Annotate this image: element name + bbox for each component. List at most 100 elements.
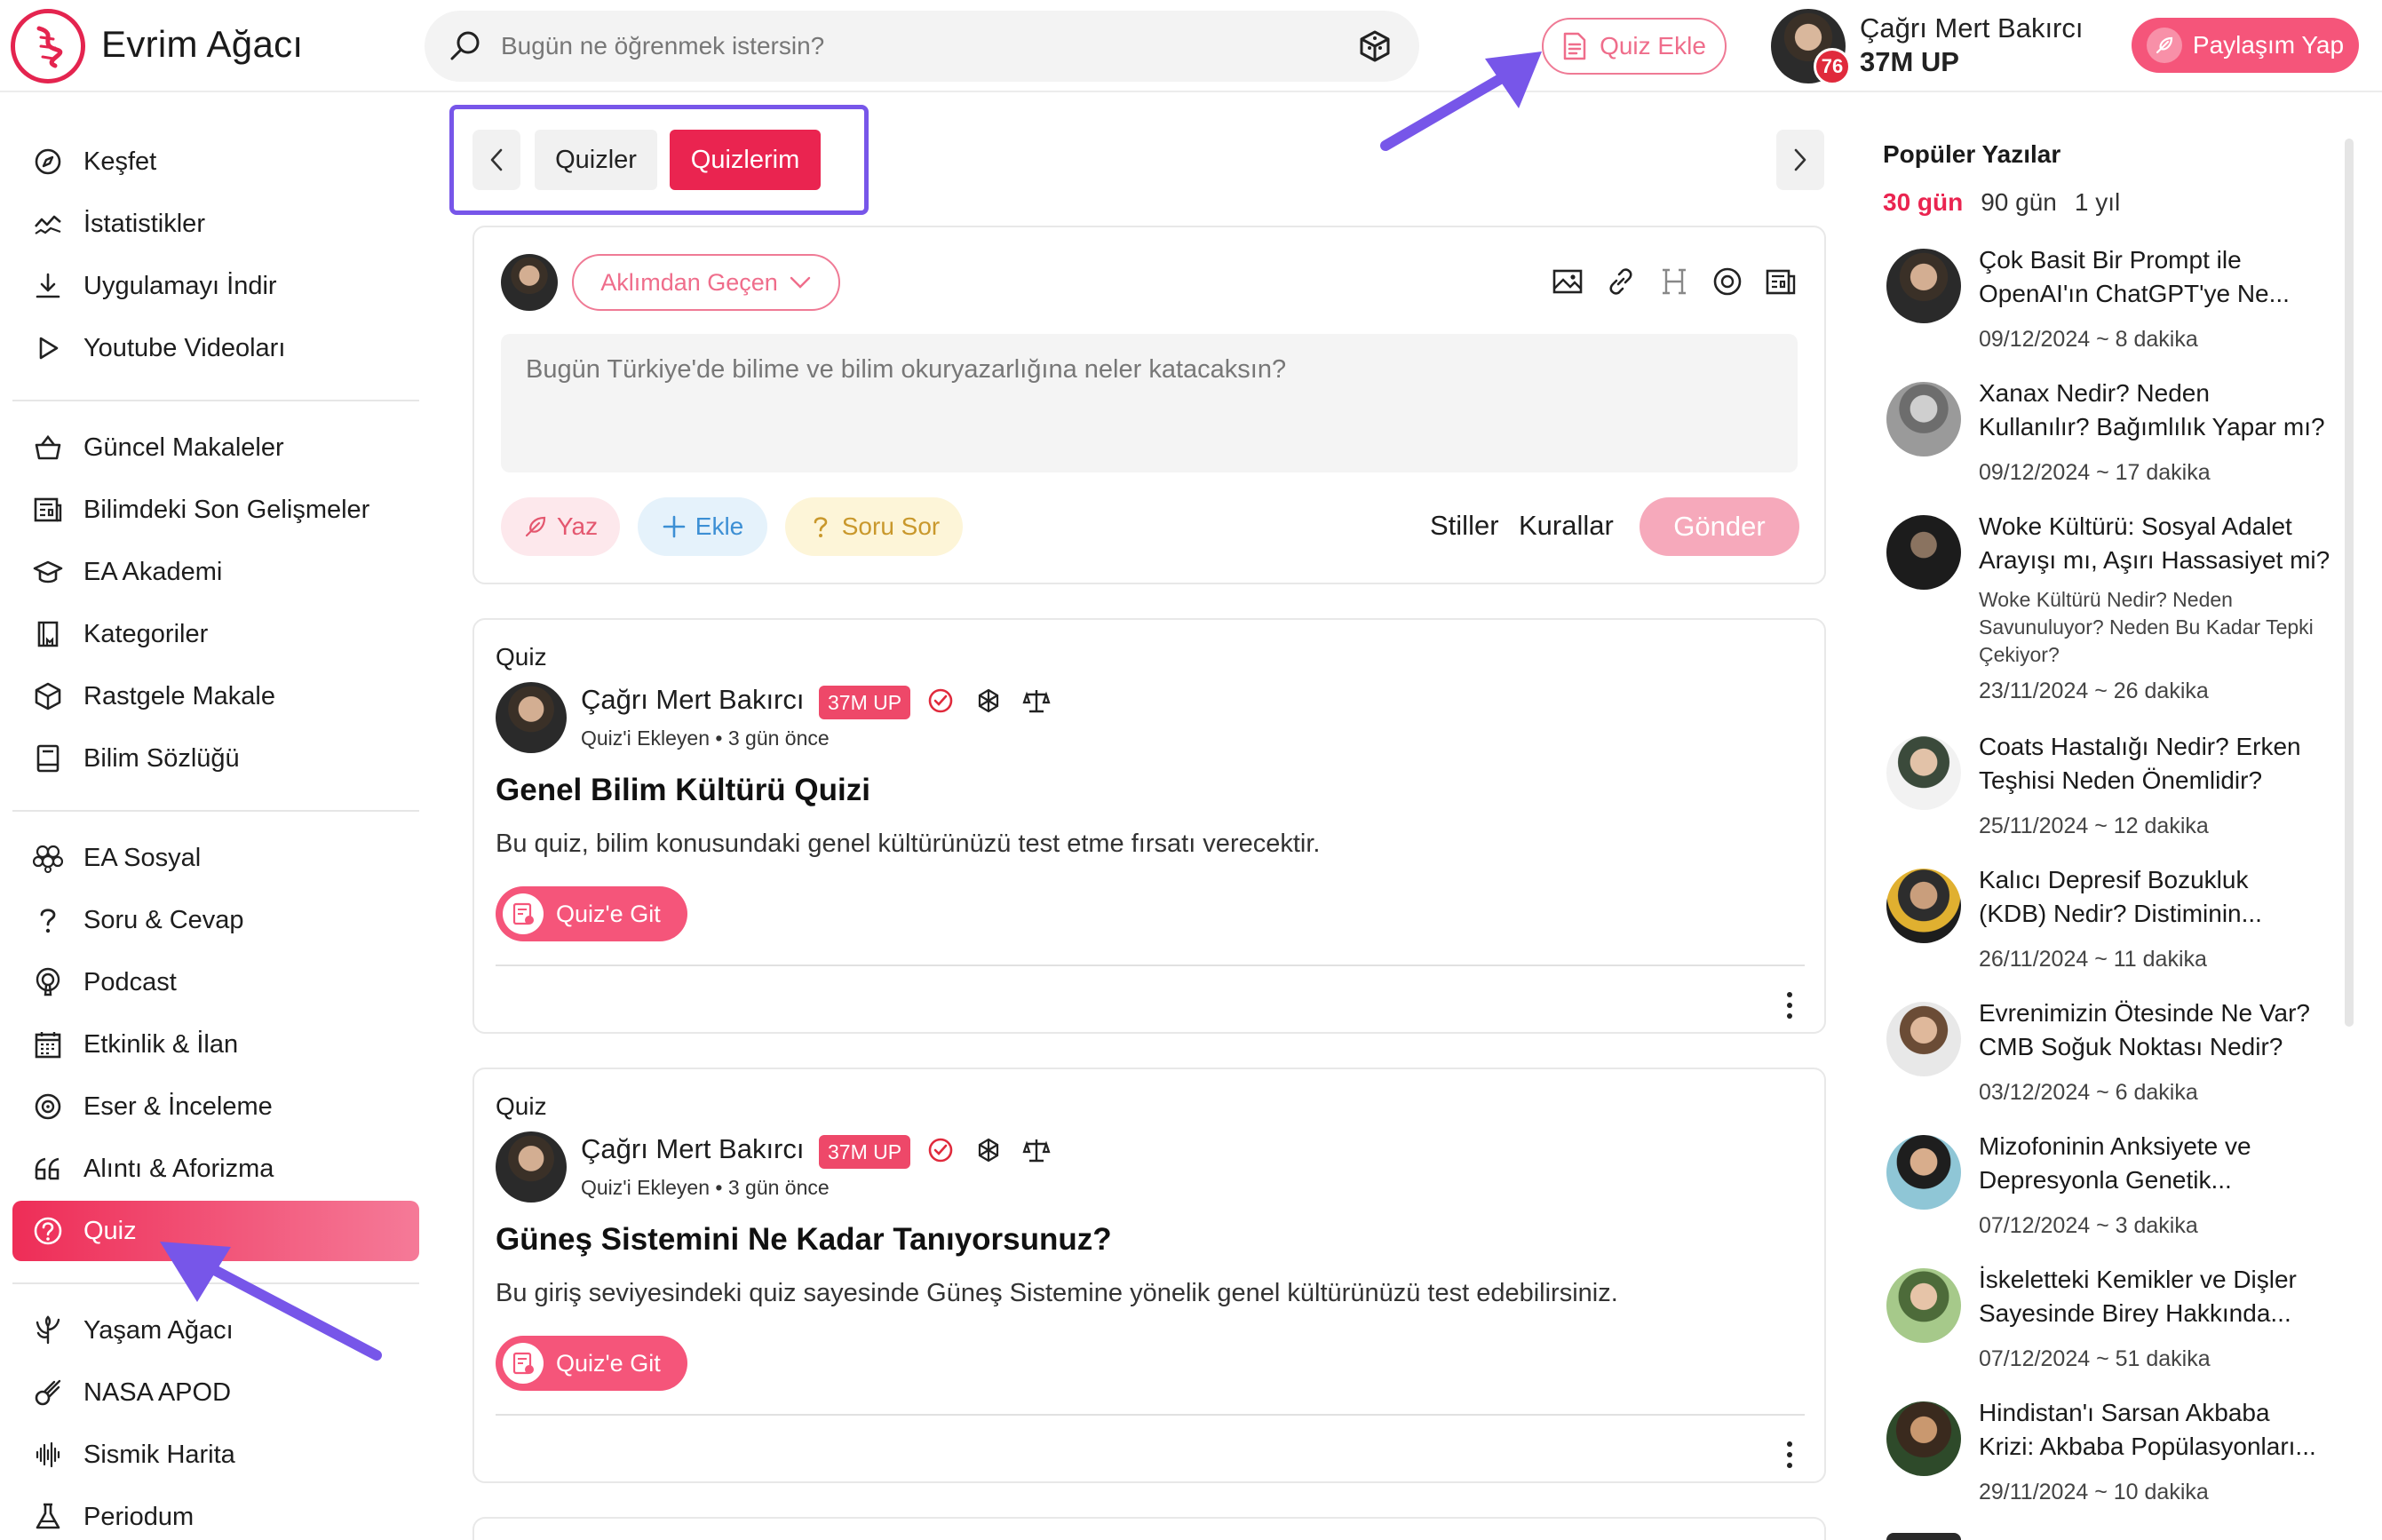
- sidebar-item-rastgele[interactable]: Rastgele Makale: [12, 666, 419, 726]
- sidebar-item-ea-akademi[interactable]: EA Akademi: [12, 542, 419, 602]
- random-cube-icon[interactable]: [1357, 28, 1393, 64]
- avatar: [1886, 735, 1961, 810]
- sidebar-item-youtube[interactable]: Youtube Videoları: [12, 318, 419, 378]
- styles-link[interactable]: Stiller: [1430, 510, 1499, 542]
- tabs-next-button[interactable]: [1776, 130, 1824, 190]
- logo-text[interactable]: Evrim Ağacı: [101, 23, 303, 66]
- sidebar-item-label: Alıntı & Aforizma: [83, 1154, 274, 1183]
- sidebar-item-kesfet[interactable]: Keşfet: [12, 131, 419, 192]
- sidebar-item-kategoriler[interactable]: Kategoriler: [12, 604, 419, 664]
- right-scrollbar[interactable]: [2345, 139, 2354, 1027]
- quiz-title[interactable]: Genel Bilim Kültürü Quizi: [496, 773, 870, 808]
- sidebar-item-sismik[interactable]: Sismik Harita: [12, 1425, 419, 1485]
- more-options-icon[interactable]: [1776, 989, 1803, 1021]
- post-meta: 03/12/2024 ~ 6 dakika: [1979, 1080, 2198, 1105]
- author-name[interactable]: Çağrı Mert Bakırcı: [581, 684, 805, 716]
- category-label: Aklımdan Geçen: [600, 268, 778, 296]
- sidebar-item-son-gelismeler[interactable]: Bilimdeki Son Gelişmeler: [12, 480, 419, 540]
- download-icon: [30, 268, 66, 304]
- ask-question-button[interactable]: Soru Sor: [785, 497, 963, 556]
- popular-post[interactable]: Xanax Nedir? Neden Kullanılır? Bağımlılık…: [1883, 379, 2345, 497]
- post-title: Çok Basit Bir Prompt ile OpenAI'ın ChatGP…: [1979, 243, 2334, 311]
- sidebar-item-label: İstatistikler: [83, 209, 205, 238]
- category-dropdown[interactable]: Aklımdan Geçen: [572, 254, 840, 311]
- post-title-line: Teşhisi Neden Önemlidir?: [1979, 766, 2263, 794]
- tab-quizlerim[interactable]: Quizlerim: [670, 130, 821, 190]
- quiz-title[interactable]: Güneş Sistemini Ne Kadar Tanıyorsunuz?: [496, 1222, 1112, 1258]
- share-button[interactable]: Paylaşım Yap: [2132, 18, 2359, 73]
- post-title-line: İskeletteki Kemikler ve Dişler: [1979, 1266, 2297, 1293]
- post-subtitle-line: Woke Kültürü Nedir? Neden: [1979, 588, 2233, 611]
- sidebar-item-alinti[interactable]: Alıntı & Aforizma: [12, 1139, 419, 1199]
- avatar: [1886, 1401, 1961, 1476]
- popular-post[interactable]: Woke Kültürü: Sosyal Adalet Arayışı mı, A…: [1883, 512, 2345, 719]
- question-icon: [814, 517, 828, 537]
- openai-icon: [973, 686, 1004, 716]
- card-divider: [496, 1414, 1805, 1416]
- post-title: Xanax Nedir? Neden Kullanılır? Bağımlılık…: [1979, 377, 2334, 444]
- sidebar-item-nasa-apod[interactable]: NASA APOD: [12, 1362, 419, 1423]
- period-tab-1y[interactable]: 1 yıl: [2075, 188, 2120, 217]
- post-meta: 23/11/2024 ~ 26 dakika: [1979, 679, 2209, 703]
- sidebar: Keşfet İstatistikler Uygulamayı İndir Yo…: [0, 94, 426, 1540]
- sidebar-item-yasam-agaci[interactable]: Yaşam Ağacı: [12, 1300, 419, 1361]
- avatar: [1886, 1135, 1961, 1210]
- sidebar-item-quiz[interactable]: Quiz: [12, 1201, 419, 1261]
- search-input[interactable]: [501, 32, 1300, 60]
- popular-post[interactable]: İskeletteki Kemikler ve Dişler Sayesinde …: [1883, 1266, 2345, 1384]
- period-tab-30[interactable]: 30 gün: [1883, 188, 1963, 217]
- author-badges: [925, 1135, 1052, 1165]
- post-textarea[interactable]: Bugün Türkiye'de bilime ve bilim okuryaz…: [501, 334, 1798, 472]
- question-icon: [30, 902, 66, 938]
- popular-post[interactable]: Evrenimizin Ötesinde Ne Var? CMB Soğuk No…: [1883, 999, 2345, 1117]
- add-button[interactable]: Ekle: [638, 497, 767, 556]
- up-badge: 37M UP: [819, 686, 911, 719]
- rules-link[interactable]: Kurallar: [1519, 510, 1614, 542]
- go-to-quiz-button[interactable]: Quiz'e Git: [496, 1336, 687, 1391]
- post-title-line: Hindistan'ı Sarsan Akbaba: [1979, 1399, 2270, 1426]
- sidebar-item-etkinlik[interactable]: Etkinlik & İlan: [12, 1014, 419, 1075]
- notification-badge[interactable]: 76: [1814, 48, 1851, 85]
- image-icon[interactable]: [1551, 265, 1584, 298]
- more-options-icon[interactable]: [1776, 1439, 1803, 1471]
- sidebar-item-uygulama[interactable]: Uygulamayı İndir: [12, 256, 419, 316]
- popular-post[interactable]: Çok Basit Bir Prompt ile OpenAI'ın ChatGP…: [1883, 246, 2345, 364]
- avatar[interactable]: [496, 682, 567, 753]
- write-button[interactable]: Yaz: [501, 497, 620, 556]
- user-name[interactable]: Çağrı Mert Bakırcı: [1860, 12, 2084, 44]
- logo-icon[interactable]: [11, 9, 85, 83]
- sidebar-item-label: Kategoriler: [83, 619, 209, 648]
- sidebar-divider: [12, 810, 419, 812]
- quiz-add-button[interactable]: Quiz Ekle: [1542, 18, 1727, 75]
- send-button[interactable]: Gönder: [1640, 497, 1799, 556]
- sidebar-item-podcast[interactable]: Podcast: [12, 952, 419, 1012]
- popular-post[interactable]: Coats Hastalığı Nedir? Erken Teşhisi Nede…: [1883, 733, 2345, 851]
- link-icon[interactable]: [1604, 265, 1638, 298]
- post-meta: 26/11/2024 ~ 11 dakika: [1979, 947, 2207, 972]
- user-up-score: 37M UP: [1860, 46, 1959, 77]
- popular-post[interactable]: Kalıcı Depresif Bozukluk (KDB) Nedir? Dis…: [1883, 866, 2345, 984]
- go-to-quiz-button[interactable]: Quiz'e Git: [496, 886, 687, 941]
- sidebar-divider: [12, 1282, 419, 1284]
- disc-icon[interactable]: [1711, 265, 1744, 298]
- card-divider: [496, 964, 1805, 966]
- sidebar-item-ea-sosyal[interactable]: EA Sosyal: [12, 828, 419, 888]
- post-title-line: Arayışı mı, Aşırı Hassasiyet mi?: [1979, 546, 2330, 574]
- author-name[interactable]: Çağrı Mert Bakırcı: [581, 1133, 805, 1165]
- sidebar-item-soru-cevap[interactable]: Soru & Cevap: [12, 890, 419, 950]
- tabs-prev-button[interactable]: [472, 130, 520, 190]
- sidebar-item-sozluk[interactable]: Bilim Sözlüğü: [12, 728, 419, 789]
- heading-icon[interactable]: [1657, 265, 1691, 298]
- tab-quizler[interactable]: Quizler: [535, 130, 657, 190]
- search-bar[interactable]: [425, 11, 1419, 82]
- newspaper-icon[interactable]: [1764, 265, 1798, 298]
- period-tab-90[interactable]: 90 gün: [1981, 188, 2057, 217]
- popular-post[interactable]: Hindistan'ı Sarsan Akbaba Krizi: Akbaba P…: [1883, 1399, 2345, 1517]
- sidebar-item-periodum[interactable]: Periodum: [12, 1487, 419, 1540]
- avatar[interactable]: [496, 1131, 567, 1203]
- sidebar-item-istatistikler[interactable]: İstatistikler: [12, 194, 419, 254]
- popular-post[interactable]: Mizofoninin Anksiyete ve Depresyonla Gene…: [1883, 1132, 2345, 1250]
- sidebar-item-eser[interactable]: Eser & İnceleme: [12, 1076, 419, 1137]
- sidebar-item-guncel-makaleler[interactable]: Güncel Makaleler: [12, 417, 419, 478]
- plus-icon: [663, 515, 686, 538]
